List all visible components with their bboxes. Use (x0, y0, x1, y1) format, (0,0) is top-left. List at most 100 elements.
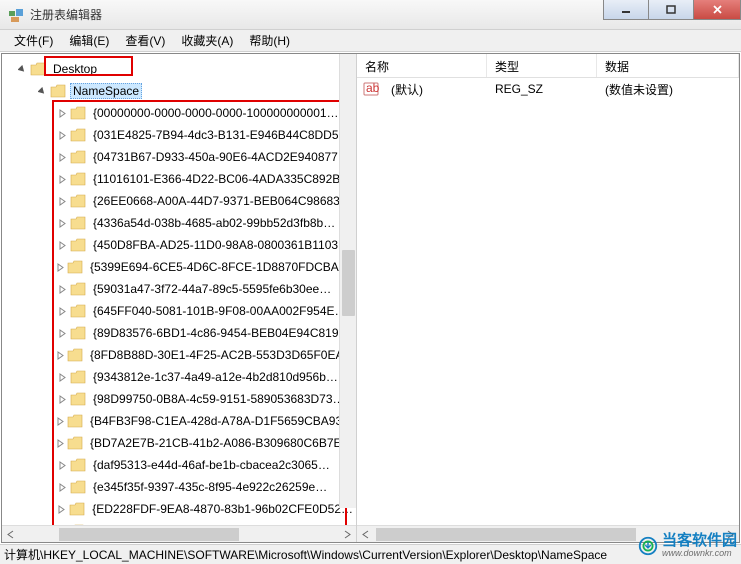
folder-icon (70, 194, 86, 208)
tree-label: {B4FB3F98-C1EA-428d-A78A-D1F5659CBA93… (87, 413, 356, 429)
menu-file[interactable]: 文件(F) (6, 30, 61, 51)
menu-help[interactable]: 帮助(H) (241, 30, 298, 51)
tree-row-guid[interactable]: {89D83576-6BD1-4c86-9454-BEB04E94C819… (6, 322, 356, 344)
tree-label: NameSpace (70, 83, 142, 99)
tree-pane: Desktop NameSpace {00000000-0000-0000-00… (2, 54, 357, 542)
tree-row-guid[interactable]: {BD7A2E7B-21CB-41b2-A086-B309680C6B7E… (6, 432, 356, 454)
folder-icon (69, 502, 85, 516)
folder-icon (67, 260, 83, 274)
string-value-icon: ab (363, 81, 379, 97)
collapse-icon[interactable] (16, 63, 28, 75)
tree-row-namespace[interactable]: NameSpace (6, 80, 356, 102)
tree-label: {8FD8B88D-30E1-4F25-AC2B-553D3D65F0EA… (87, 347, 356, 363)
tree-label: {031E4825-7B94-4dc3-B131-E946B44C8DD5… (90, 127, 354, 143)
list-row[interactable]: ab (默认) REG_SZ (数值未设置) (357, 78, 739, 100)
expand-icon[interactable] (56, 327, 68, 339)
scrollbar-thumb[interactable] (376, 528, 636, 541)
app-icon (8, 7, 24, 23)
list-body[interactable]: ab (默认) REG_SZ (数值未设置) (357, 78, 739, 525)
scroll-left-icon[interactable] (2, 527, 19, 542)
tree-vertical-scrollbar[interactable] (339, 54, 356, 508)
tree-row-guid[interactable]: {e345f35f-9397-435c-8f95-4e922c26259e… (6, 476, 356, 498)
status-path: 计算机\HKEY_LOCAL_MACHINE\SOFTWARE\Microsof… (4, 546, 607, 563)
scrollbar-thumb[interactable] (59, 528, 239, 541)
values-pane: 名称 类型 数据 ab (默认) REG_SZ (数值未设置) (357, 54, 739, 542)
tree-row-guid[interactable]: {450D8FBA-AD25-11D0-98A8-0800361B1103… (6, 234, 356, 256)
scroll-left-icon[interactable] (357, 527, 374, 542)
scroll-right-icon[interactable] (722, 527, 739, 542)
tree-row-guid[interactable]: {00000000-0000-0000-0000-100000000001… (6, 102, 356, 124)
menu-bar: 文件(F) 编辑(E) 查看(V) 收藏夹(A) 帮助(H) (0, 30, 741, 52)
tree-row-guid[interactable]: {645FF040-5081-101B-9F08-00AA002F954E… (6, 300, 356, 322)
scroll-right-icon[interactable] (339, 527, 356, 542)
tree-label: {98D99750-0B8A-4c59-9151-589053683D73… (90, 391, 348, 407)
tree-label: {11016101-E366-4D22-BC06-4ADA335C892B… (90, 171, 355, 187)
folder-icon (70, 216, 86, 230)
folder-icon (70, 458, 86, 472)
scrollbar-thumb[interactable] (342, 250, 355, 316)
expand-icon[interactable] (56, 107, 68, 119)
column-header-name[interactable]: 名称 (357, 54, 487, 77)
tree-row-guid[interactable]: {ED228FDF-9EA8-4870-83b1-96b02CFE0D52… (6, 498, 356, 520)
folder-icon (70, 128, 86, 142)
tree-row-guid[interactable]: {98D99750-0B8A-4c59-9151-589053683D73… (6, 388, 356, 410)
tree-row-guid[interactable]: {04731B67-D933-450a-90E6-4ACD2E940877… (6, 146, 356, 168)
tree-label: {daf95313-e44d-46af-be1b-cbacea2c3065… (90, 457, 333, 473)
window-controls (604, 0, 741, 20)
maximize-button[interactable] (648, 0, 694, 20)
close-button[interactable] (693, 0, 741, 20)
list-horizontal-scrollbar[interactable] (357, 525, 739, 542)
tree-row-guid[interactable]: {11016101-E366-4D22-BC06-4ADA335C892B… (6, 168, 356, 190)
column-header-type[interactable]: 类型 (487, 54, 597, 77)
expand-icon[interactable] (56, 393, 68, 405)
expand-icon[interactable] (56, 415, 65, 427)
tree-row-guid[interactable]: {4336a54d-038b-4685-ab02-99bb52d3fb8b… (6, 212, 356, 234)
title-bar: 注册表编辑器 (0, 0, 741, 30)
expand-icon[interactable] (56, 283, 68, 295)
menu-favorites[interactable]: 收藏夹(A) (173, 30, 241, 51)
menu-view[interactable]: 查看(V) (117, 30, 173, 51)
expand-icon[interactable] (56, 261, 65, 273)
expand-icon[interactable] (56, 173, 68, 185)
tree-row-guid[interactable]: {59031a47-3f72-44a7-89c5-5595fe6b30ee… (6, 278, 356, 300)
folder-icon (30, 62, 46, 76)
list-header: 名称 类型 数据 (357, 54, 739, 78)
tree-row-guid[interactable]: {5399E694-6CE5-4D6C-8FCE-1D8870FDCBA0… (6, 256, 356, 278)
expand-icon[interactable] (56, 305, 68, 317)
tree-row-guid[interactable]: {daf95313-e44d-46af-be1b-cbacea2c3065… (6, 454, 356, 476)
expand-icon[interactable] (56, 195, 68, 207)
expand-icon[interactable] (56, 503, 67, 515)
expand-icon[interactable] (56, 437, 65, 449)
folder-icon (67, 348, 83, 362)
collapse-icon[interactable] (36, 85, 48, 97)
expand-icon[interactable] (56, 349, 65, 361)
folder-icon (70, 172, 86, 186)
column-header-data[interactable]: 数据 (597, 54, 739, 77)
tree-label: {BD7A2E7B-21CB-41b2-A086-B309680C6B7E… (87, 435, 356, 451)
tree-row-desktop[interactable]: Desktop (6, 58, 356, 80)
tree-row-guid[interactable]: {031E4825-7B94-4dc3-B131-E946B44C8DD5… (6, 124, 356, 146)
expand-icon[interactable] (56, 371, 68, 383)
tree-horizontal-scrollbar[interactable] (2, 525, 356, 542)
expand-icon[interactable] (56, 151, 68, 163)
expand-icon[interactable] (56, 239, 68, 251)
expand-icon[interactable] (56, 217, 68, 229)
expand-icon[interactable] (56, 481, 68, 493)
tree-label: {00000000-0000-0000-0000-100000000001… (90, 105, 342, 121)
tree-label: {ED228FDF-9EA8-4870-83b1-96b02CFE0D52… (89, 501, 356, 517)
tree-row-guid[interactable]: {9343812e-1c37-4a49-a12e-4b2d810d956b… (6, 366, 356, 388)
expand-icon[interactable] (56, 129, 68, 141)
registry-tree[interactable]: Desktop NameSpace {00000000-0000-0000-00… (2, 54, 356, 525)
tree-row-guid[interactable]: {B4FB3F98-C1EA-428d-A78A-D1F5659CBA93… (6, 410, 356, 432)
menu-edit[interactable]: 编辑(E) (61, 30, 117, 51)
status-bar: 计算机\HKEY_LOCAL_MACHINE\SOFTWARE\Microsof… (0, 544, 741, 564)
tree-label: {4336a54d-038b-4685-ab02-99bb52d3fb8b… (90, 215, 338, 231)
folder-icon (70, 480, 86, 494)
expand-icon[interactable] (56, 459, 68, 471)
tree-row-guid[interactable]: {26EE0668-A00A-44D7-9371-BEB064C98683… (6, 190, 356, 212)
folder-icon (70, 370, 86, 384)
minimize-button[interactable] (603, 0, 649, 20)
folder-icon (70, 304, 86, 318)
tree-label: {645FF040-5081-101B-9F08-00AA002F954E… (90, 303, 350, 319)
tree-row-guid[interactable]: {8FD8B88D-30E1-4F25-AC2B-553D3D65F0EA… (6, 344, 356, 366)
